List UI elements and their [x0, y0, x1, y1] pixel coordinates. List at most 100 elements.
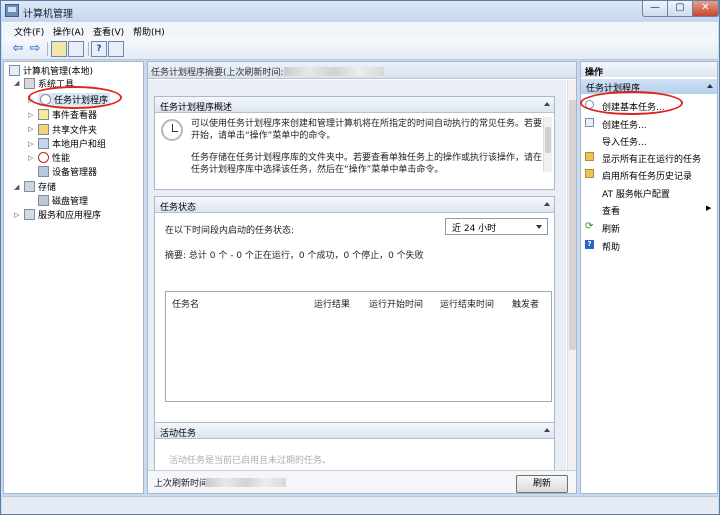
- action-label: 刷新: [602, 225, 621, 235]
- active-tasks-title[interactable]: 活动任务: [155, 423, 554, 439]
- center-pane: 任务计划程序摘要(上次刷新时间: 任务计划程序概述 可以使用任务计划程序来创建和…: [147, 61, 577, 494]
- task-status-section: 任务状态 在以下时间段内启动的任务状态: 近 24 小时 摘要: 总计 0 个 …: [154, 196, 555, 424]
- collapse-caret-icon[interactable]: [544, 102, 550, 106]
- help-icon[interactable]: ?: [91, 41, 107, 57]
- collapse-caret-icon[interactable]: [544, 428, 550, 432]
- running-tasks-icon: [585, 152, 594, 161]
- collapse-arrow-icon[interactable]: ◢: [14, 183, 19, 191]
- status-summary: 摘要: 总计 0 个 - 0 个正在运行，0 个成功，0 个停止，0 个失败: [165, 251, 424, 261]
- up-folder-icon[interactable]: [51, 41, 67, 57]
- performance-icon: [38, 152, 49, 163]
- status-period-label: 在以下时间段内启动的任务状态:: [165, 226, 295, 236]
- redacted-refresh-time: [206, 478, 286, 487]
- overview-title[interactable]: 任务计划程序概述: [155, 97, 554, 113]
- menu-view[interactable]: 查看(V): [93, 25, 124, 38]
- tree-item-storage[interactable]: 存储: [24, 180, 56, 193]
- window-title: 计算机管理: [23, 9, 73, 20]
- refresh-button[interactable]: 刷新: [516, 475, 568, 493]
- computer-management-icon: [5, 4, 19, 17]
- column-header-task-name[interactable]: 任务名: [172, 297, 199, 310]
- tools-icon: [24, 78, 35, 89]
- show-hide-tree-icon[interactable]: [68, 41, 84, 57]
- status-bar: [2, 496, 718, 514]
- period-dropdown[interactable]: 近 24 小时: [445, 218, 548, 235]
- toolbar: ⇦ ⇨ ?: [2, 38, 718, 60]
- tree-label: 事件查看器: [52, 111, 98, 121]
- show-action-pane-icon[interactable]: [108, 41, 124, 57]
- para-line: 开始，请单击“操作”菜单中的命令。: [191, 131, 336, 141]
- column-header-result[interactable]: 运行结果: [314, 297, 350, 310]
- clock-icon: [161, 119, 183, 141]
- overview-scrollbar[interactable]: [543, 117, 552, 172]
- last-refresh-label: 上次刷新时间:: [154, 479, 212, 489]
- center-header: 任务计划程序摘要(上次刷新时间:: [148, 62, 576, 79]
- menu-file[interactable]: 文件(F): [14, 25, 44, 38]
- highlight-oval-create-basic-task: [580, 91, 683, 115]
- maximize-button[interactable]: ▢: [667, 1, 693, 17]
- collapse-arrow-icon[interactable]: ◢: [14, 79, 19, 87]
- para-line: 任务存储在任务计划程序库的文件夹中。若要查看单独任务上的操作或执行该操作，请在: [191, 153, 543, 163]
- shared-folder-icon: [38, 124, 49, 135]
- expand-arrow-icon[interactable]: ▷: [28, 111, 33, 119]
- create-task-icon: [585, 118, 594, 127]
- tree-item-shared-folders[interactable]: 共享文件夹: [38, 123, 97, 136]
- overview-paragraph-1: 可以使用任务计划程序来创建和管理计算机将在所指定的时间自动执行的常见任务。若要开…: [191, 118, 542, 142]
- console-tree: 计算机管理(本地) ◢ 系统工具 ▷ 任务计划程序 ▷ 事件查看器 ▷ 共享文件…: [3, 61, 144, 494]
- scroll-thumb[interactable]: [569, 100, 576, 350]
- action-label: 显示所有正在运行的任务: [602, 155, 702, 165]
- tree-item-event-viewer[interactable]: 事件查看器: [38, 108, 97, 121]
- task-status-title[interactable]: 任务状态: [155, 197, 554, 213]
- expand-arrow-icon[interactable]: ▷: [28, 154, 33, 162]
- overview-section: 任务计划程序概述 可以使用任务计划程序来创建和管理计算机将在所指定的时间自动执行…: [154, 96, 555, 190]
- tree-item-root[interactable]: 计算机管理(本地): [9, 64, 93, 77]
- title-bar: 计算机管理 — ▢ ✕: [1, 1, 719, 21]
- column-header-trigger[interactable]: 触发者: [512, 297, 539, 310]
- action-label: 帮助: [602, 243, 621, 253]
- disk-icon: [38, 195, 49, 206]
- section-title-label: 活动任务: [160, 429, 197, 439]
- help-icon: ?: [585, 240, 594, 249]
- tree-item-device-manager[interactable]: 设备管理器: [38, 165, 97, 178]
- menu-action[interactable]: 操作(A): [53, 25, 84, 38]
- expand-arrow-icon[interactable]: ▷: [14, 211, 19, 219]
- back-arrow-icon[interactable]: ⇦: [10, 41, 26, 57]
- action-label: AT 服务帐户配置: [602, 190, 670, 200]
- submenu-arrow-icon: ▶: [706, 204, 712, 212]
- action-label: 创建任务...: [602, 121, 647, 131]
- section-title-label: 任务状态: [160, 203, 197, 213]
- center-footer: 上次刷新时间: 刷新: [148, 470, 576, 493]
- column-header-end-time[interactable]: 运行结束时间: [440, 297, 494, 310]
- menu-bar: 文件(F) 操作(A) 查看(V) 帮助(H): [2, 22, 718, 38]
- event-viewer-icon: [38, 109, 49, 120]
- collapse-caret-icon[interactable]: [707, 84, 713, 88]
- computer-icon: [9, 65, 20, 76]
- forward-arrow-icon[interactable]: ⇨: [27, 41, 43, 57]
- tree-item-disk-management[interactable]: 磁盘管理: [38, 194, 88, 207]
- tree-label: 存储: [38, 183, 57, 193]
- expand-arrow-icon[interactable]: ▷: [28, 125, 33, 133]
- center-scrollbar[interactable]: [567, 80, 576, 470]
- redacted-timestamp: [283, 67, 384, 76]
- column-header-start-time[interactable]: 运行开始时间: [369, 297, 423, 310]
- tree-label: 性能: [52, 154, 71, 164]
- actions-header: 操作: [581, 62, 717, 78]
- tree-label: 服务和应用程序: [38, 211, 102, 221]
- tree-item-performance[interactable]: 性能: [38, 151, 70, 164]
- highlight-oval-task-scheduler: [28, 86, 122, 109]
- minimize-button[interactable]: —: [642, 1, 668, 17]
- app-window: 计算机管理 — ▢ ✕ 文件(F) 操作(A) 查看(V) 帮助(H) ⇦ ⇨ …: [0, 0, 720, 515]
- summary-header-label: 任务计划程序摘要(上次刷新时间:: [151, 68, 284, 78]
- close-button[interactable]: ✕: [692, 1, 719, 17]
- scroll-thumb[interactable]: [545, 127, 551, 153]
- tree-label: 本地用户和组: [52, 140, 107, 150]
- tree-item-local-users[interactable]: 本地用户和组: [38, 137, 106, 150]
- device-manager-icon: [38, 166, 49, 177]
- tree-item-services-apps[interactable]: 服务和应用程序: [24, 208, 101, 221]
- active-tasks-description: 活动任务是当前已启用且未过期的任务。: [169, 456, 332, 466]
- tree-label: 共享文件夹: [52, 126, 98, 136]
- history-icon: [585, 169, 594, 178]
- toolbar-separator: [88, 42, 89, 56]
- collapse-caret-icon[interactable]: [544, 202, 550, 206]
- menu-help[interactable]: 帮助(H): [133, 25, 165, 38]
- expand-arrow-icon[interactable]: ▷: [28, 140, 33, 148]
